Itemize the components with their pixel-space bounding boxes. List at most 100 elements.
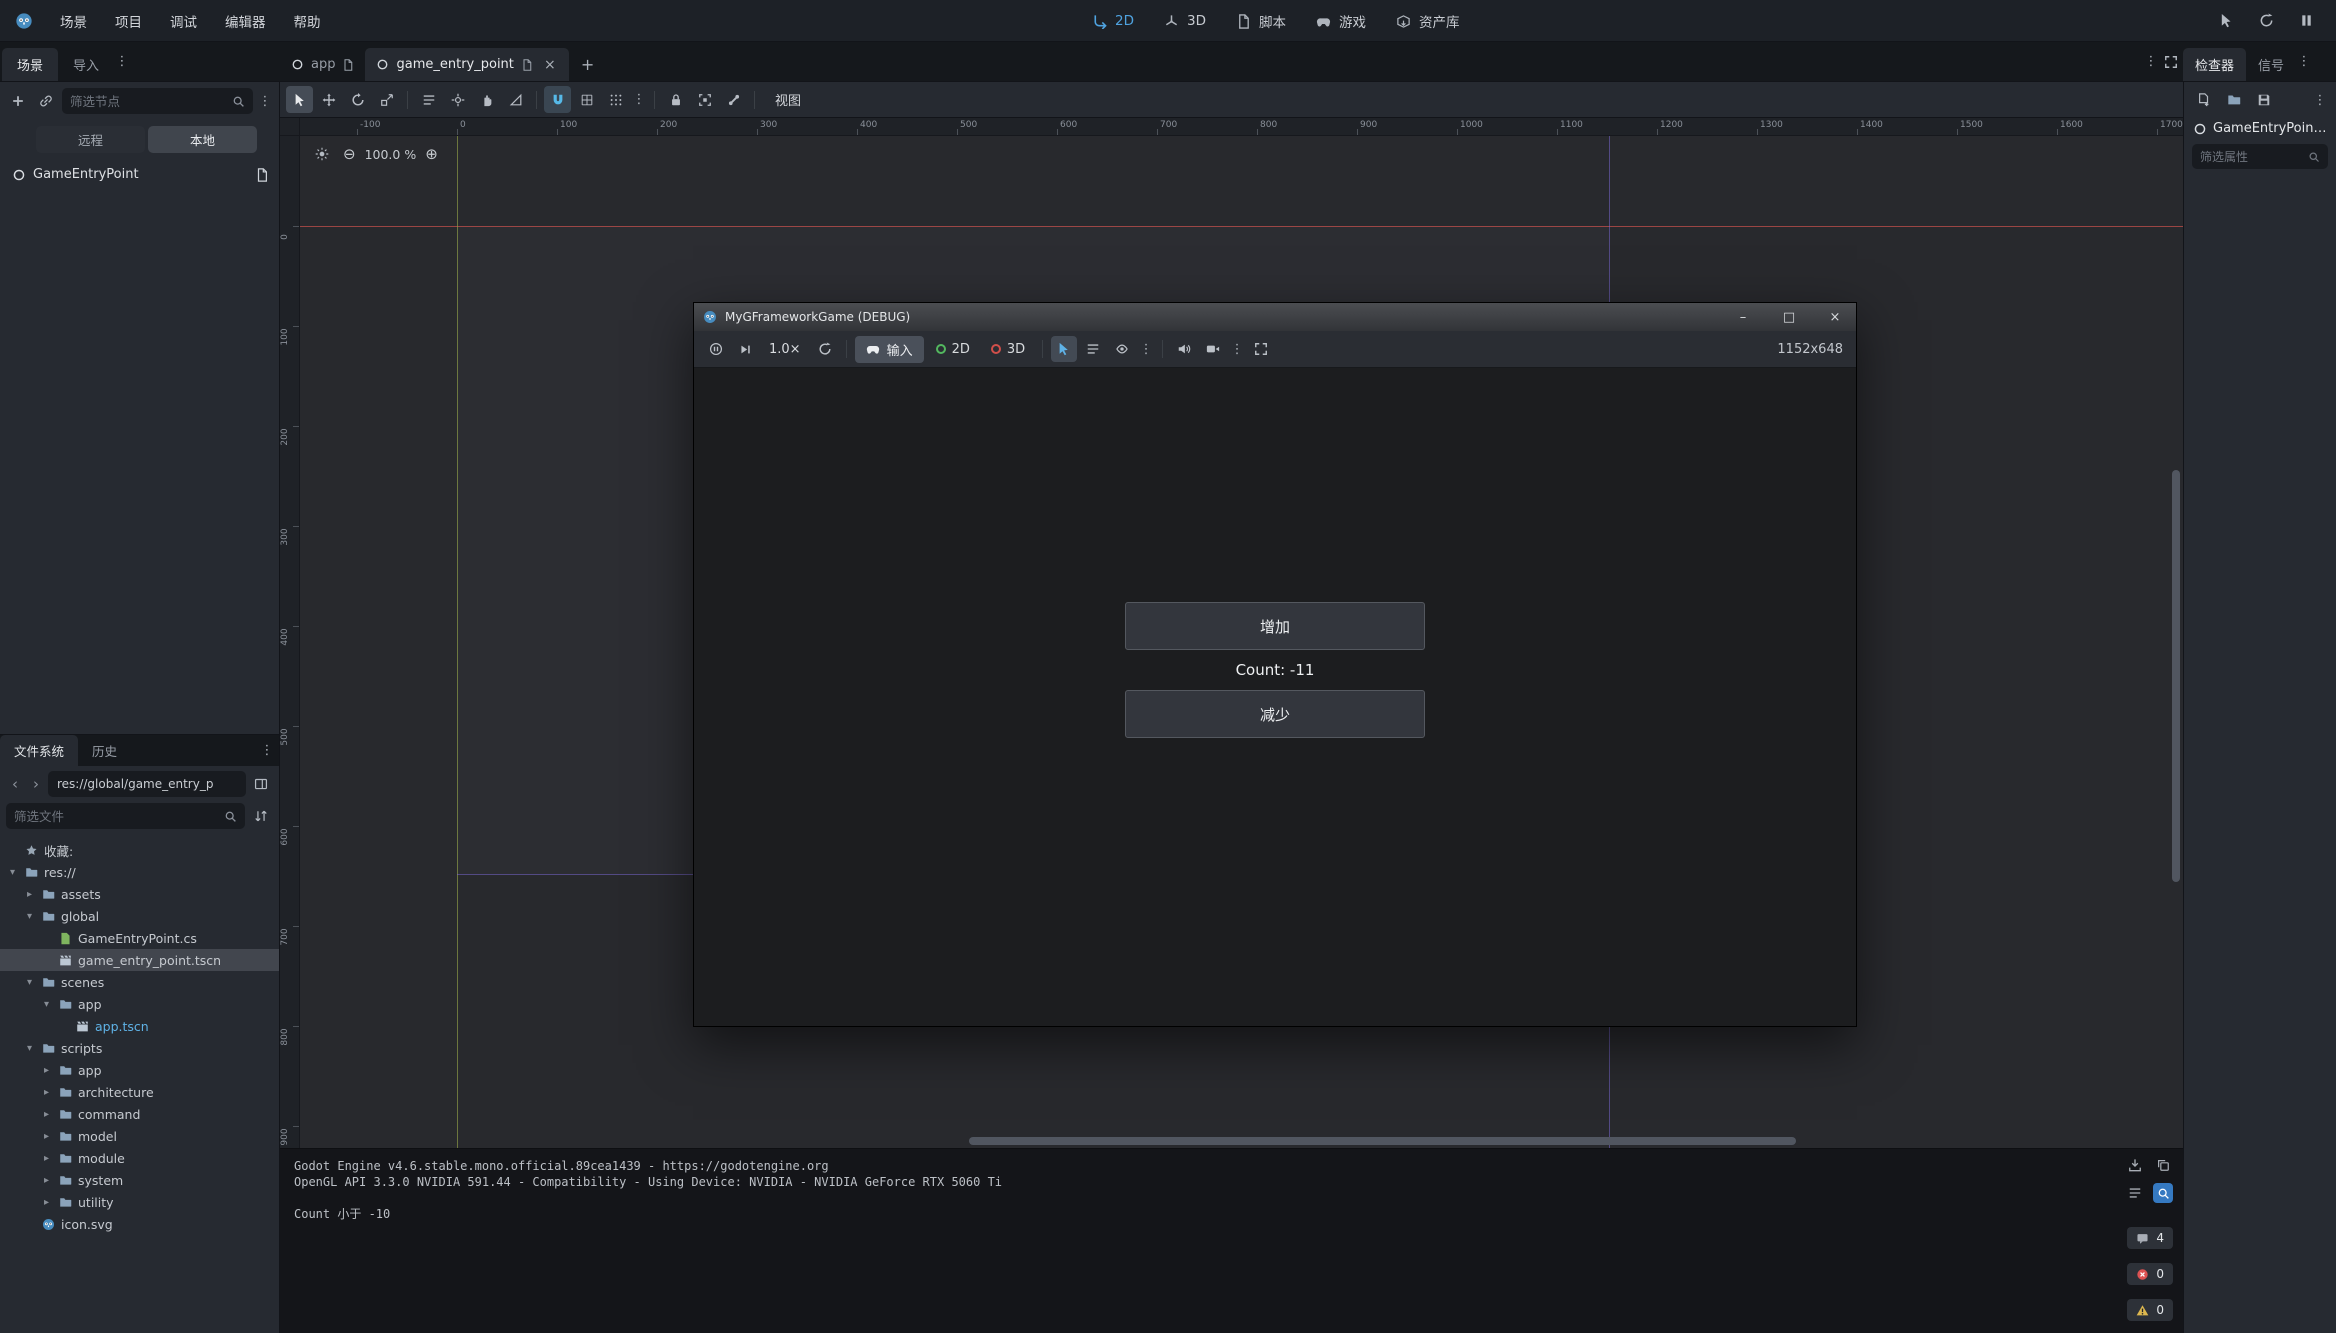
fs-item-system[interactable]: ▸system — [0, 1169, 279, 1191]
reset-speed-icon[interactable] — [812, 336, 838, 362]
tab-history[interactable]: 历史 — [78, 735, 131, 766]
tree-arrow-icon[interactable]: ▾ — [6, 867, 19, 878]
group-icon[interactable] — [691, 86, 718, 113]
snap-options-icon[interactable]: ⋮ — [631, 88, 647, 112]
debugger-warnings-badge[interactable]: 0 — [2127, 1299, 2173, 1321]
new-resource-icon[interactable] — [2192, 88, 2216, 112]
zoom-in-button[interactable]: ⊕ — [425, 145, 438, 163]
next-frame-icon[interactable] — [732, 336, 758, 362]
workspace-assetlib[interactable]: 资产库 — [1396, 11, 1460, 31]
tree-arrow-icon[interactable]: ▾ — [23, 977, 36, 988]
filter-files-input[interactable] — [14, 809, 218, 824]
fs-item-gameentrypoint.cs[interactable]: GameEntryPoint.cs — [0, 927, 279, 949]
tree-arrow-icon[interactable]: ▸ — [40, 1087, 53, 1098]
fs-item-architecture[interactable]: ▸architecture — [0, 1081, 279, 1103]
scene-tab-game_entry_point[interactable]: game_entry_point× — [365, 48, 568, 81]
fs-item-game-entry-point.tscn[interactable]: game_entry_point.tscn — [0, 949, 279, 971]
input-mode-toggle[interactable]: 输入 — [855, 336, 924, 363]
scene-tab-app[interactable]: app — [280, 48, 365, 81]
pause-game-icon[interactable] — [2294, 9, 2318, 33]
scene-dock-menu-icon[interactable]: ⋮ — [257, 89, 273, 113]
log-filter-icon[interactable] — [2125, 1183, 2145, 1203]
tree-arrow-icon[interactable]: ▸ — [40, 1175, 53, 1186]
game-select-options-icon[interactable]: ⋮ — [1138, 337, 1154, 361]
fs-item-module[interactable]: ▸module — [0, 1147, 279, 1169]
camera-override-icon[interactable] — [1200, 336, 1226, 362]
restart-game-icon[interactable] — [2254, 9, 2278, 33]
filter-properties-input[interactable] — [2200, 150, 2303, 164]
add-node-button[interactable] — [6, 89, 30, 113]
save-resource-icon[interactable] — [2252, 88, 2276, 112]
pick-mode-icon[interactable] — [2214, 9, 2238, 33]
fs-item-utility[interactable]: ▸utility — [0, 1191, 279, 1213]
forward-icon[interactable]: › — [27, 772, 45, 796]
grid-snap-icon[interactable] — [573, 86, 600, 113]
sun-icon[interactable] — [310, 142, 334, 166]
tree-arrow-icon[interactable]: ▸ — [40, 1109, 53, 1120]
menubar-menu-4[interactable]: 帮助 — [280, 6, 335, 36]
fs-item--[interactable]: 收藏: — [0, 839, 279, 861]
time-scale-button[interactable]: 1.0× — [761, 342, 809, 357]
tree-arrow-icon[interactable]: ▾ — [40, 999, 53, 1010]
zoom-level[interactable]: 100.0 % — [365, 147, 417, 162]
filesystem-menu-icon[interactable]: ⋮ — [259, 739, 275, 763]
tree-arrow-icon[interactable]: ▸ — [40, 1065, 53, 1076]
tree-arrow-icon[interactable]: ▾ — [23, 911, 36, 922]
fs-item-scripts[interactable]: ▾scripts — [0, 1037, 279, 1059]
game-window-titlebar[interactable]: MyGFrameworkGame (DEBUG) – □ × — [694, 303, 1856, 331]
workspace-3d[interactable]: 3D — [1164, 13, 1206, 29]
snap-config-icon[interactable] — [602, 86, 629, 113]
tree-arrow-icon[interactable]: ▸ — [40, 1197, 53, 1208]
filter-nodes-input[interactable] — [70, 94, 226, 109]
scene-tabs-menu-icon[interactable]: ⋮ — [2143, 50, 2159, 74]
fs-item-model[interactable]: ▸model — [0, 1125, 279, 1147]
pivot-tool-icon[interactable] — [444, 86, 471, 113]
scene-tree-root-row[interactable]: GameEntryPoint — [0, 161, 279, 188]
fs-item-scenes[interactable]: ▾scenes — [0, 971, 279, 993]
search-log-icon[interactable] — [2153, 1183, 2173, 1203]
horizontal-scrollbar[interactable] — [969, 1137, 1796, 1145]
menubar-menu-2[interactable]: 调试 — [156, 6, 211, 36]
increase-button[interactable]: 增加 — [1125, 602, 1425, 650]
ruler-tool-icon[interactable] — [502, 86, 529, 113]
game-list-icon[interactable] — [1080, 336, 1106, 362]
suspend-icon[interactable] — [703, 336, 729, 362]
rotate-tool-icon[interactable] — [344, 86, 371, 113]
tab-filesystem[interactable]: 文件系统 — [0, 735, 78, 766]
fs-item-res-[interactable]: ▾res:// — [0, 861, 279, 883]
select-tool-icon[interactable] — [286, 86, 313, 113]
tree-arrow-icon[interactable]: ▾ — [23, 1043, 36, 1054]
fs-item-app[interactable]: ▾app — [0, 993, 279, 1015]
fs-item-app[interactable]: ▸app — [0, 1059, 279, 1081]
scale-tool-icon[interactable] — [373, 86, 400, 113]
window-close-button[interactable]: × — [1816, 303, 1854, 331]
skeleton-icon[interactable] — [720, 86, 747, 113]
mode-3d-radio[interactable]: 3D — [982, 342, 1034, 357]
debugger-messages-badge[interactable]: 4 — [2127, 1227, 2173, 1249]
window-maximize-button[interactable]: □ — [1770, 303, 1808, 331]
open-script-icon[interactable] — [255, 168, 269, 182]
workspace-script[interactable]: 脚本 — [1236, 11, 1286, 31]
workspace-2d[interactable]: 2D — [1092, 13, 1134, 29]
window-minimize-button[interactable]: – — [1724, 303, 1762, 331]
instance-scene-button[interactable] — [34, 89, 58, 113]
debugger-errors-badge[interactable]: 0 — [2127, 1263, 2173, 1285]
fs-item-assets[interactable]: ▸assets — [0, 883, 279, 905]
current-path[interactable]: res://global/game_entry_p — [48, 771, 246, 797]
distraction-free-icon[interactable] — [2159, 50, 2183, 74]
inspector-menu-icon[interactable]: ⋮ — [2312, 88, 2328, 112]
embed-fullscreen-icon[interactable] — [1248, 336, 1274, 362]
2d-viewport-canvas[interactable]: ⊖ 100.0 % ⊕ MyGFrameworkGame (DEBUG) – □… — [300, 136, 2183, 1148]
fs-item-app.tscn[interactable]: app.tscn — [0, 1015, 279, 1037]
close-tab-icon[interactable]: × — [542, 57, 558, 73]
lock-icon[interactable] — [662, 86, 689, 113]
fs-item-icon.svg[interactable]: icon.svg — [0, 1213, 279, 1235]
menubar-menu-0[interactable]: 场景 — [46, 6, 101, 36]
mute-audio-icon[interactable] — [1171, 336, 1197, 362]
tab-inspector[interactable]: 检查器 — [2183, 48, 2246, 81]
mode-2d-radio[interactable]: 2D — [927, 342, 979, 357]
game-select-tool-icon[interactable] — [1051, 336, 1077, 362]
right-dock-menu-icon[interactable]: ⋮ — [2296, 50, 2312, 74]
inspected-object-row[interactable]: GameEntryPoint... — [2184, 118, 2336, 139]
load-resource-icon[interactable] — [2222, 88, 2246, 112]
